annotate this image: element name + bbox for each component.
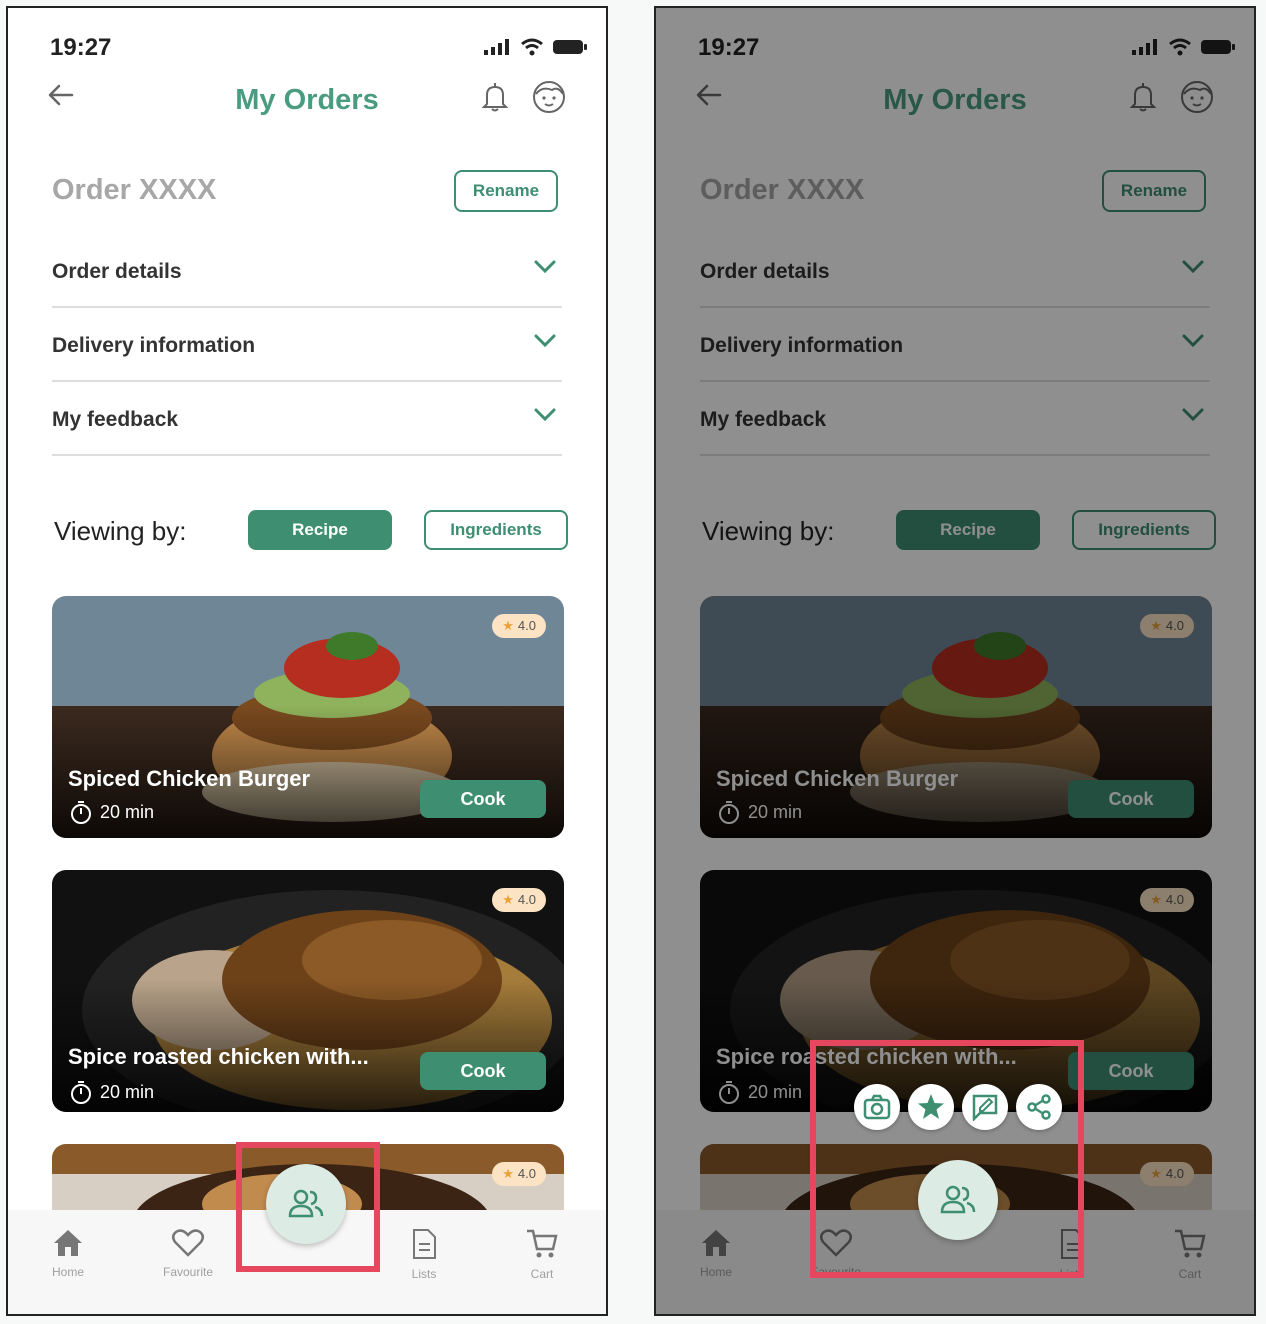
nav-item-lists[interactable]: Lists [384,1228,464,1281]
cook-button[interactable]: Cook [420,1052,546,1090]
accordion-label: My feedback [52,408,179,431]
timer-icon [71,1081,91,1104]
rating-badge: ★ 4.0 [492,888,546,912]
recipe-card[interactable]: ★ 4.0 Spice roasted chicken with... 20 mi… [52,870,564,1112]
signal-icon [484,39,509,55]
header-actions [478,80,566,114]
timer-icon [71,801,91,824]
home-icon [54,1230,82,1256]
card-time: 20 min [70,1080,154,1104]
bell-icon[interactable] [478,80,512,114]
nav-label: Home [51,1265,84,1279]
card-title: Spiced Chicken Burger [68,766,311,791]
nav-label: Favourite [162,1265,214,1279]
heart-icon [172,1229,204,1257]
rating-value: 4.0 [517,618,536,633]
chevron-down-icon [534,334,556,348]
card-title: Spice roasted chicken with... [68,1044,369,1069]
rating-badge: ★ 4.0 [492,614,546,638]
profile-avatar-icon[interactable] [532,80,566,114]
star-icon: ★ [502,892,514,907]
tab-ingredients[interactable]: Ingredients [424,510,568,550]
highlight-box [236,1142,380,1272]
accordion-order-details[interactable]: Order details [52,234,562,308]
app-header: My Orders [8,74,606,130]
nav-item-cart[interactable]: Cart [502,1228,582,1281]
nav-item-home[interactable]: Home [28,1228,108,1279]
accordion-delivery-information[interactable]: Delivery information [52,308,562,382]
phone-screen-default: 19:27 My Orders Order XXXX Rename Order … [6,6,608,1316]
chevron-down-icon [534,260,556,274]
wifi-icon [521,38,543,56]
time-value: 20 min [100,801,155,822]
cook-button[interactable]: Cook [420,780,546,818]
accordion-label: Delivery information [52,334,256,357]
chevron-down-icon [534,408,556,422]
cart-icon [527,1229,558,1258]
phone-screen-expanded: 19:27 My Orders Order XXXX Rename Order … [654,6,1256,1316]
nav-label: Lists [411,1267,437,1281]
rating-value: 4.0 [517,892,536,907]
accordion-label: Order details [52,260,182,283]
rename-button[interactable]: Rename [454,170,558,212]
highlight-box [810,1040,1084,1278]
rating-value: 4.0 [517,1166,536,1181]
accordion-my-feedback[interactable]: My feedback [52,382,562,456]
screens-comparison: 19:27 My Orders Order XXXX Rename Order … [0,0,1266,1324]
list-icon [413,1229,436,1259]
status-icons [484,38,588,56]
battery-icon [553,40,587,54]
time-value: 20 min [100,1081,155,1102]
recipe-card[interactable]: ★ 4.0 Spiced Chicken Burger 20 min Cook [52,596,564,838]
nav-label: Cart [530,1267,554,1281]
rating-badge: ★ 4.0 [492,1162,546,1186]
status-bar: 19:27 [50,34,588,64]
tab-recipe[interactable]: Recipe [248,510,392,550]
order-name: Order XXXX [52,174,217,206]
star-icon: ★ [502,618,514,633]
nav-item-favourite[interactable]: Favourite [148,1228,228,1279]
star-icon: ★ [502,1166,514,1181]
status-time: 19:27 [50,34,112,61]
card-time: 20 min [70,800,154,824]
viewing-by-label: Viewing by: [54,516,187,546]
